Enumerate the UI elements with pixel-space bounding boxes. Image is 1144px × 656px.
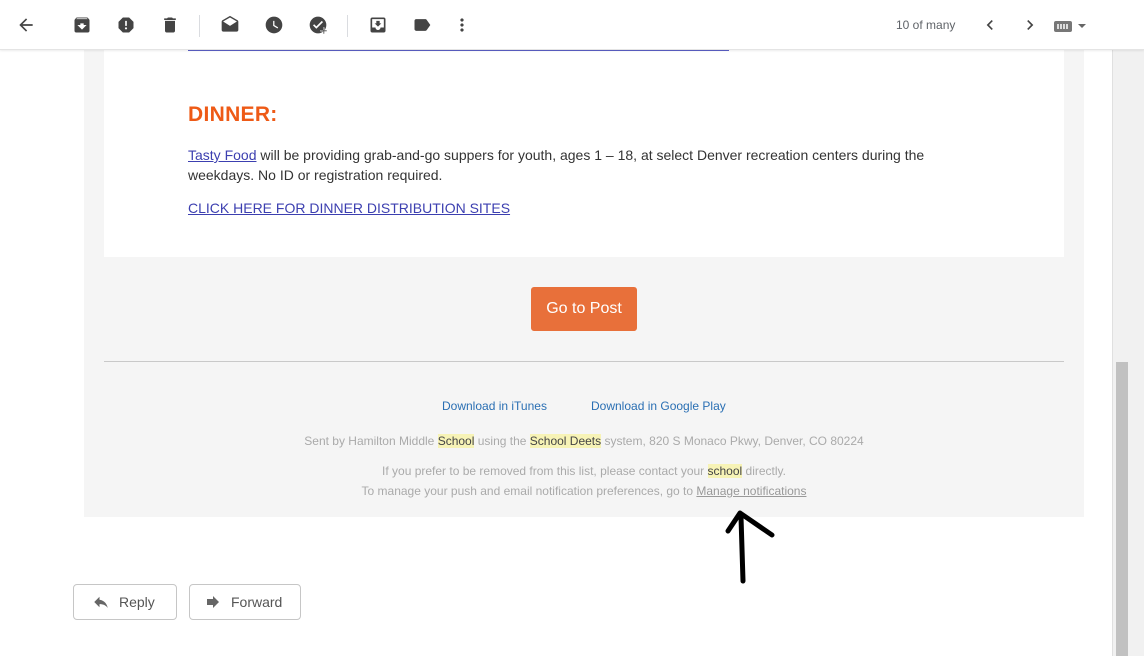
dinner-paragraph: Tasty Food will be providing grab-and-go…: [188, 145, 948, 185]
go-to-post-button[interactable]: Go to Post: [531, 287, 637, 331]
mark-unread-icon[interactable]: [210, 5, 250, 45]
reply-label: Reply: [119, 594, 155, 610]
remove-line: If you prefer to be removed from this li…: [84, 464, 1084, 478]
sent-by-text: Sent by Hamilton Middle: [304, 434, 438, 448]
search-highlight: School Deets: [529, 434, 602, 448]
archive-icon[interactable]: [62, 5, 102, 45]
dinner-sites-link[interactable]: CLICK HERE FOR DINNER DISTRIBUTION SITES: [188, 200, 510, 216]
manage-line: To manage your push and email notificati…: [84, 484, 1084, 498]
manage-notifications-link[interactable]: Manage notifications: [696, 484, 806, 498]
reply-button[interactable]: Reply: [73, 584, 177, 620]
pager-text: 10 of many: [896, 18, 956, 32]
search-highlight: school: [707, 464, 743, 478]
forward-button[interactable]: Forward: [189, 584, 301, 620]
label-icon[interactable]: [402, 5, 442, 45]
back-arrow-icon[interactable]: [6, 5, 46, 45]
dinner-text: will be providing grab-and-go suppers fo…: [188, 147, 925, 183]
sent-by-line: Sent by Hamilton Middle School using the…: [84, 434, 1084, 448]
snooze-icon[interactable]: [254, 5, 294, 45]
delete-icon[interactable]: [150, 5, 190, 45]
forward-icon: [207, 596, 219, 608]
toolbar-divider: [199, 15, 200, 37]
chevron-down-icon: [1078, 24, 1086, 28]
chevron-right-icon[interactable]: [1010, 5, 1050, 45]
remove-text: directly.: [742, 464, 786, 478]
more-vert-icon[interactable]: [442, 5, 482, 45]
add-to-tasks-icon[interactable]: [298, 5, 338, 45]
sent-by-text: system, 820 S Monaco Pkwy, Denver, CO 80…: [601, 434, 864, 448]
keyboard-icon: [1054, 20, 1072, 32]
move-to-icon[interactable]: [358, 5, 398, 45]
remove-text: If you prefer to be removed from this li…: [382, 464, 708, 478]
manage-text: To manage your push and email notificati…: [361, 484, 697, 498]
report-spam-icon[interactable]: [106, 5, 146, 45]
dinner-heading: DINNER:: [188, 103, 278, 126]
sent-by-text: using the: [474, 434, 530, 448]
forward-label: Forward: [231, 594, 283, 610]
download-google-play-link[interactable]: Download in Google Play: [591, 399, 726, 413]
tasty-food-link[interactable]: Tasty Food: [188, 147, 256, 163]
download-itunes-link[interactable]: Download in iTunes: [442, 399, 547, 413]
footer-divider: [104, 361, 1064, 362]
chevron-left-icon[interactable]: [970, 5, 1010, 45]
annotation-arrow: [725, 510, 775, 584]
search-highlight: School: [437, 434, 475, 448]
email-view: 10 of many DINNER: Tasty Food will be pr…: [0, 0, 1144, 656]
toolbar: 10 of many: [0, 0, 1144, 50]
reply-icon: [94, 596, 108, 608]
scrollbar-thumb[interactable]: [1116, 362, 1128, 656]
input-tools-button[interactable]: [1054, 15, 1094, 37]
toolbar-divider: [347, 15, 348, 37]
